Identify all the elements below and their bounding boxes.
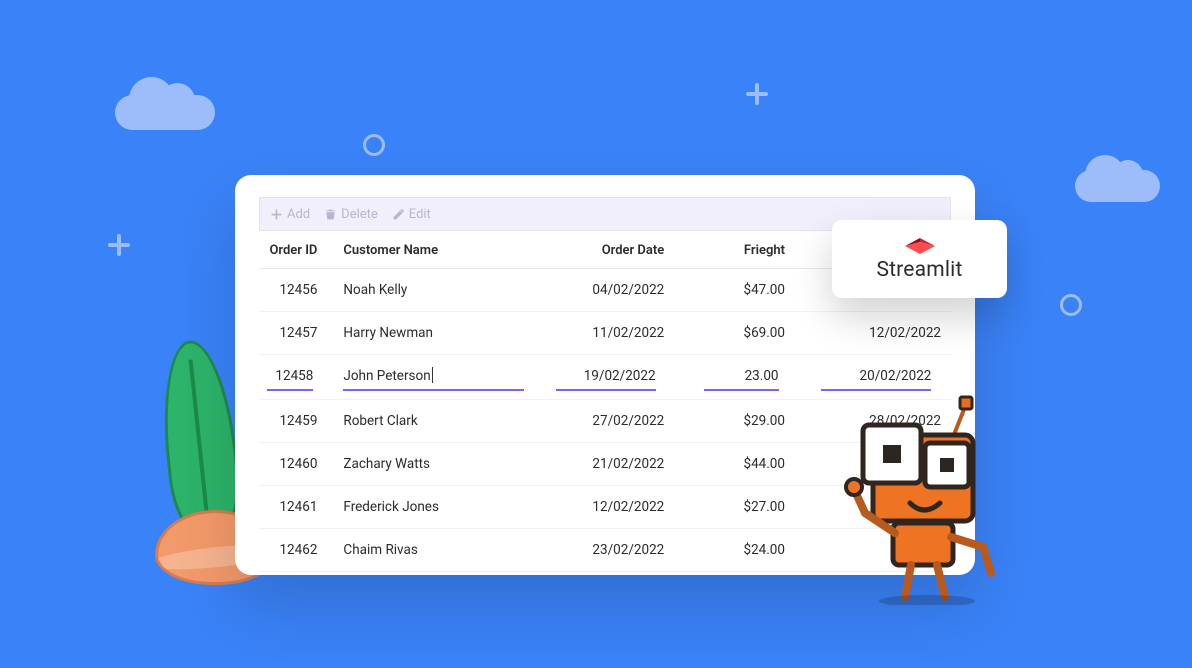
edit-field[interactable]: John Peterson [343, 363, 524, 391]
edit-field[interactable]: 23.00 [704, 364, 778, 391]
plus-icon [270, 208, 283, 221]
freight-cell[interactable]: 23.00 [696, 355, 813, 400]
pencil-icon [392, 208, 405, 221]
order-id-cell[interactable]: 12462 [259, 529, 335, 572]
ring-decoration [363, 134, 385, 156]
delete-button[interactable]: Delete [324, 207, 378, 222]
order-date-cell[interactable]: 04/02/2022 [548, 269, 697, 312]
order-date-cell[interactable]: 27/02/2022 [548, 400, 697, 443]
table-row[interactable]: 12458 John Peterson 19/02/2022 23.00 20/02/2… [259, 355, 951, 400]
freight-cell[interactable]: $24.00 [696, 529, 813, 572]
plus-decoration [746, 83, 768, 105]
ship-date-cell[interactable]: 12/02/2022 [813, 312, 951, 355]
add-button-label: Add [287, 207, 310, 222]
col-order-date[interactable]: Order Date [548, 231, 697, 269]
col-customer-name[interactable]: Customer Name [335, 231, 547, 269]
ship-date-cell[interactable]: 28/02/2022 [813, 400, 951, 443]
order-date-cell[interactable]: 21/02/2022 [548, 443, 697, 486]
order-id-cell[interactable]: 12458 [259, 355, 335, 400]
order-date-cell[interactable]: 19/02/2022 [548, 355, 697, 400]
customer-name-cell[interactable]: Harry Newman [335, 312, 547, 355]
freight-cell[interactable]: $27.00 [696, 486, 813, 529]
streamlit-label: Streamlit [876, 258, 962, 282]
order-id-cell[interactable]: 12456 [259, 269, 335, 312]
edit-field[interactable]: 19/02/2022 [556, 364, 656, 391]
ship-date-cell[interactable]: 22/0 [813, 443, 951, 486]
cloud-decoration [115, 95, 215, 130]
order-date-cell[interactable]: 23/02/2022 [548, 529, 697, 572]
order-id-cell[interactable]: 12457 [259, 312, 335, 355]
freight-cell[interactable]: $44.00 [696, 443, 813, 486]
cloud-decoration [1075, 170, 1160, 202]
table-row[interactable]: 12461Frederick Jones12/02/2022$27.0012/0 [259, 486, 951, 529]
customer-name-cell[interactable]: Zachary Watts [335, 443, 547, 486]
customer-name-cell[interactable]: Frederick Jones [335, 486, 547, 529]
trash-icon [324, 208, 337, 221]
freight-cell[interactable]: $69.00 [696, 312, 813, 355]
streamlit-logo-icon [903, 236, 937, 256]
streamlit-badge: Streamlit [832, 220, 1007, 298]
delete-button-label: Delete [341, 207, 378, 222]
table-row[interactable]: 12457Harry Newman11/02/2022$69.0012/02/2… [259, 312, 951, 355]
customer-name-cell[interactable]: Noah Kelly [335, 269, 547, 312]
order-date-cell[interactable]: 12/02/2022 [548, 486, 697, 529]
ship-date-cell[interactable]: 20/02/2022 [813, 355, 951, 400]
table-row[interactable]: 12459Robert Clark27/02/2022$29.0028/02/2… [259, 400, 951, 443]
col-order-id[interactable]: Order ID [259, 231, 335, 269]
table-row[interactable]: 12462Chaim Rivas23/02/2022$24.00 [259, 529, 951, 572]
ring-decoration [1060, 294, 1082, 316]
add-button[interactable]: Add [270, 207, 310, 222]
order-date-cell[interactable]: 11/02/2022 [548, 312, 697, 355]
order-id-cell[interactable]: 12459 [259, 400, 335, 443]
ship-date-cell[interactable]: 12/0 [813, 486, 951, 529]
table-row[interactable]: 12460Zachary Watts21/02/2022$44.0022/0 [259, 443, 951, 486]
edit-button-label: Edit [409, 207, 431, 222]
edit-button[interactable]: Edit [392, 207, 431, 222]
order-id-cell[interactable]: 12461 [259, 486, 335, 529]
freight-cell[interactable]: $47.00 [696, 269, 813, 312]
text-caret [432, 367, 433, 383]
ship-date-cell[interactable] [813, 529, 951, 572]
customer-name-cell[interactable]: John Peterson [335, 355, 547, 400]
col-freight[interactable]: Frieght [696, 231, 813, 269]
order-id-cell[interactable]: 12460 [259, 443, 335, 486]
plus-decoration [108, 234, 130, 256]
customer-name-cell[interactable]: Robert Clark [335, 400, 547, 443]
edit-field[interactable]: 20/02/2022 [821, 364, 931, 391]
edit-field[interactable]: 12458 [267, 364, 313, 391]
freight-cell[interactable]: $29.00 [696, 400, 813, 443]
customer-name-cell[interactable]: Chaim Rivas [335, 529, 547, 572]
